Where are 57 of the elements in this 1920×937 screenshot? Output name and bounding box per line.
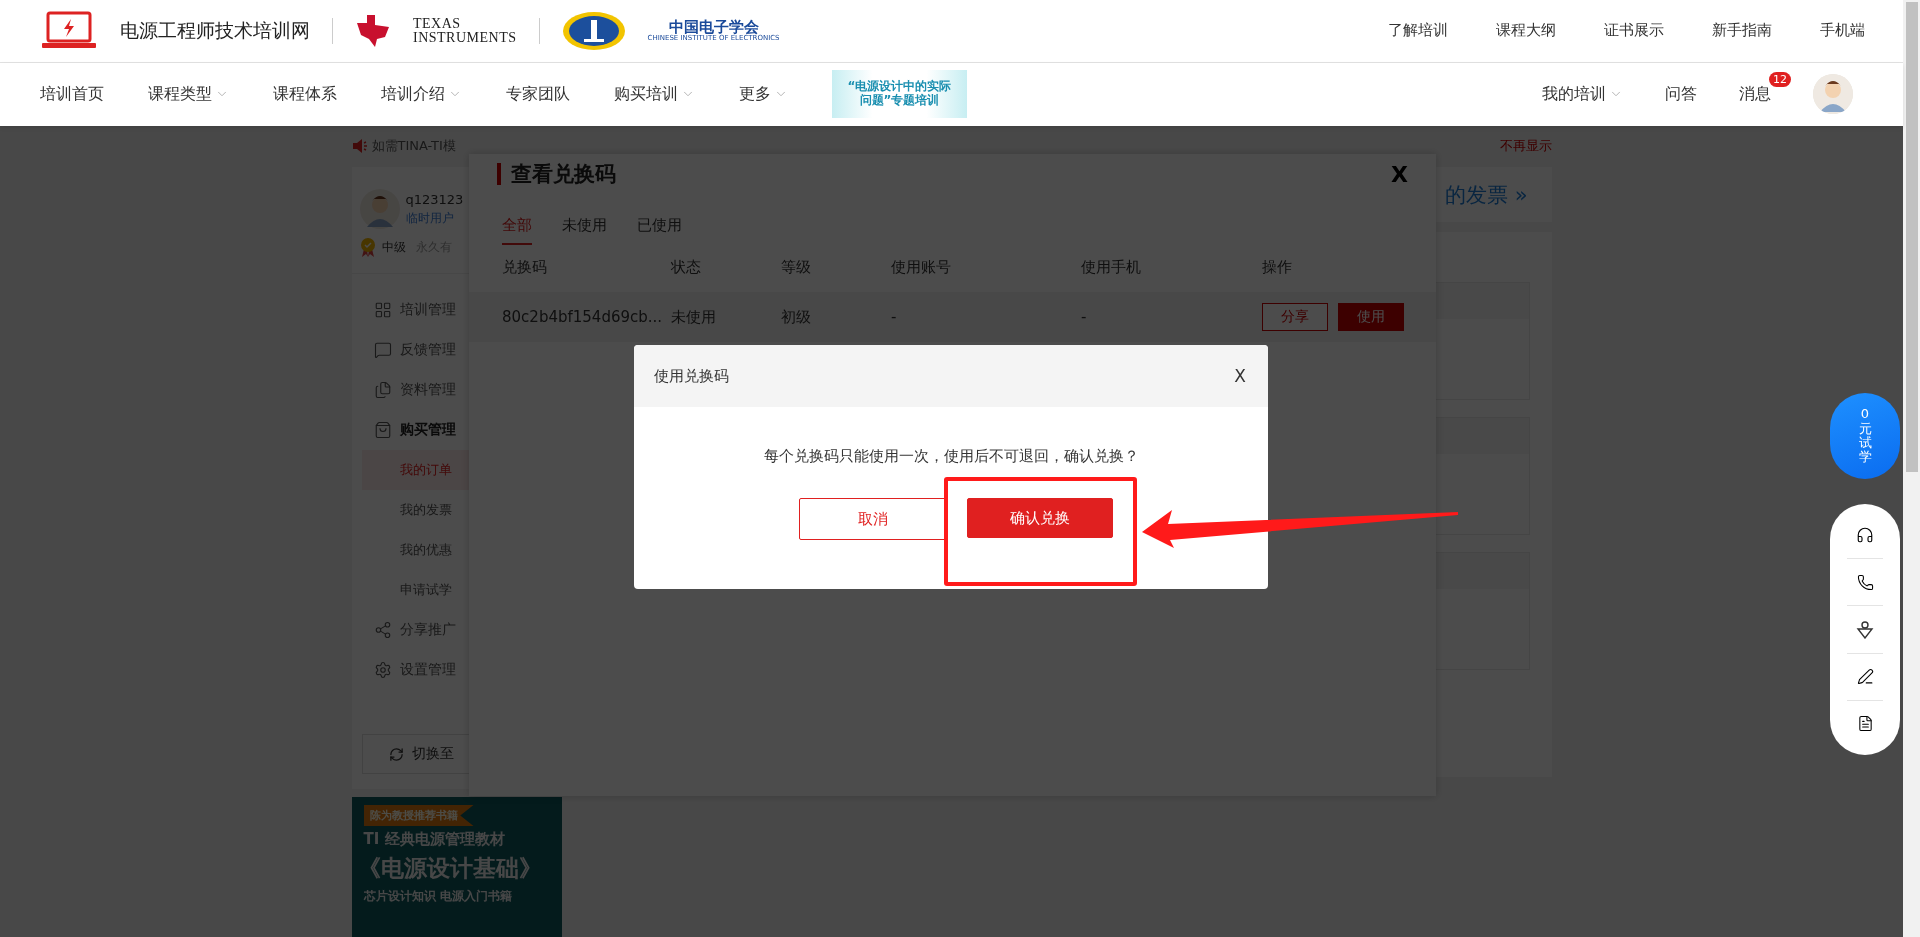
texas-shape-logo-icon — [355, 14, 391, 47]
level-label: 中级 — [381, 238, 406, 256]
promo-text: 问题”专题培训 — [859, 94, 940, 109]
document-icon — [1856, 715, 1874, 733]
table-cell-text: - — [1081, 308, 1088, 326]
top-link[interactable]: 新手指南 — [1712, 21, 1772, 41]
nav-item[interactable]: 专家团队 — [506, 83, 570, 105]
column-header: 操作 — [1262, 257, 1293, 277]
promo-text: “电源设计中的实际 — [847, 80, 952, 94]
user-nav-item[interactable]: 我的培训 — [1542, 83, 1623, 105]
nav-item[interactable]: 培训介绍 — [381, 83, 462, 105]
ad-title: 《电源设计基础》 — [357, 854, 543, 883]
column-header: 使用手机 — [1081, 257, 1142, 277]
laptop-logo-icon — [40, 10, 98, 51]
modal-title: 查看兑换码 — [511, 161, 616, 188]
avatar-icon — [1813, 74, 1853, 115]
promo-banner[interactable]: “电源设计中的实际 问题”专题培训 — [832, 70, 967, 119]
top-link[interactable]: 手机端 — [1820, 21, 1865, 41]
logo-text: TEXAS — [413, 16, 462, 31]
logo-text: 中国电子学会 — [668, 18, 759, 36]
column-header: 兑换码 — [502, 257, 548, 277]
nav-item[interactable]: 购买培训 — [614, 83, 695, 105]
pen-icon — [1856, 668, 1874, 686]
count-badge: 12 — [1769, 71, 1791, 87]
dialog-message: 每个兑换码只能使用一次，使用后不可退回，确认兑换？ — [762, 447, 1140, 466]
column-header: 使用账号 — [891, 257, 952, 277]
dialog-title: 使用兑换码 — [654, 366, 729, 386]
nav-item[interactable]: 课程类型 — [148, 83, 229, 105]
close-button[interactable]: X — [1234, 366, 1246, 386]
scrollbar[interactable] — [1903, 0, 1920, 937]
cancel-button[interactable]: 取消 — [799, 498, 947, 540]
trial-text: 0元试学 — [1858, 407, 1872, 465]
column-header: 等级 — [781, 257, 812, 277]
logo-text: INSTRUMENTS — [413, 30, 517, 45]
user-nav-item[interactable]: 问答 — [1665, 83, 1697, 105]
phone-icon — [1856, 573, 1874, 591]
nav-item[interactable]: 更多 — [739, 83, 788, 105]
scrollbar-thumb[interactable] — [1905, 2, 1918, 472]
site-name: 电源工程师技术培训网 — [120, 17, 310, 43]
table-cell-text: - — [891, 308, 898, 326]
top-link[interactable]: 了解培训 — [1388, 21, 1448, 41]
headset-icon — [1856, 526, 1874, 545]
person-triangle-icon — [1856, 620, 1874, 639]
table-cell-text: 80c2b4bf154d69cb... — [502, 308, 664, 326]
table-cell-text: 未使用 — [671, 307, 717, 327]
confirm-button[interactable]: 确认兑换 — [967, 498, 1113, 538]
ad-text: TI 经典电源管理教材 — [363, 830, 506, 849]
top-link[interactable]: 证书展示 — [1604, 21, 1664, 41]
nav-item[interactable]: 课程体系 — [273, 83, 337, 105]
user-nav-item[interactable]: 消息 — [1739, 83, 1771, 105]
table-cell-text: 初级 — [781, 307, 812, 327]
nav-item[interactable]: 培训首页 — [40, 83, 104, 105]
ad-subtitle: 芯片设计知识 电源入门书籍 — [363, 888, 513, 905]
top-link[interactable]: 课程大纲 — [1496, 21, 1556, 41]
column-header: 状态 — [671, 257, 702, 277]
username: q123123 — [405, 191, 464, 207]
emblem-logo-icon — [561, 10, 626, 51]
